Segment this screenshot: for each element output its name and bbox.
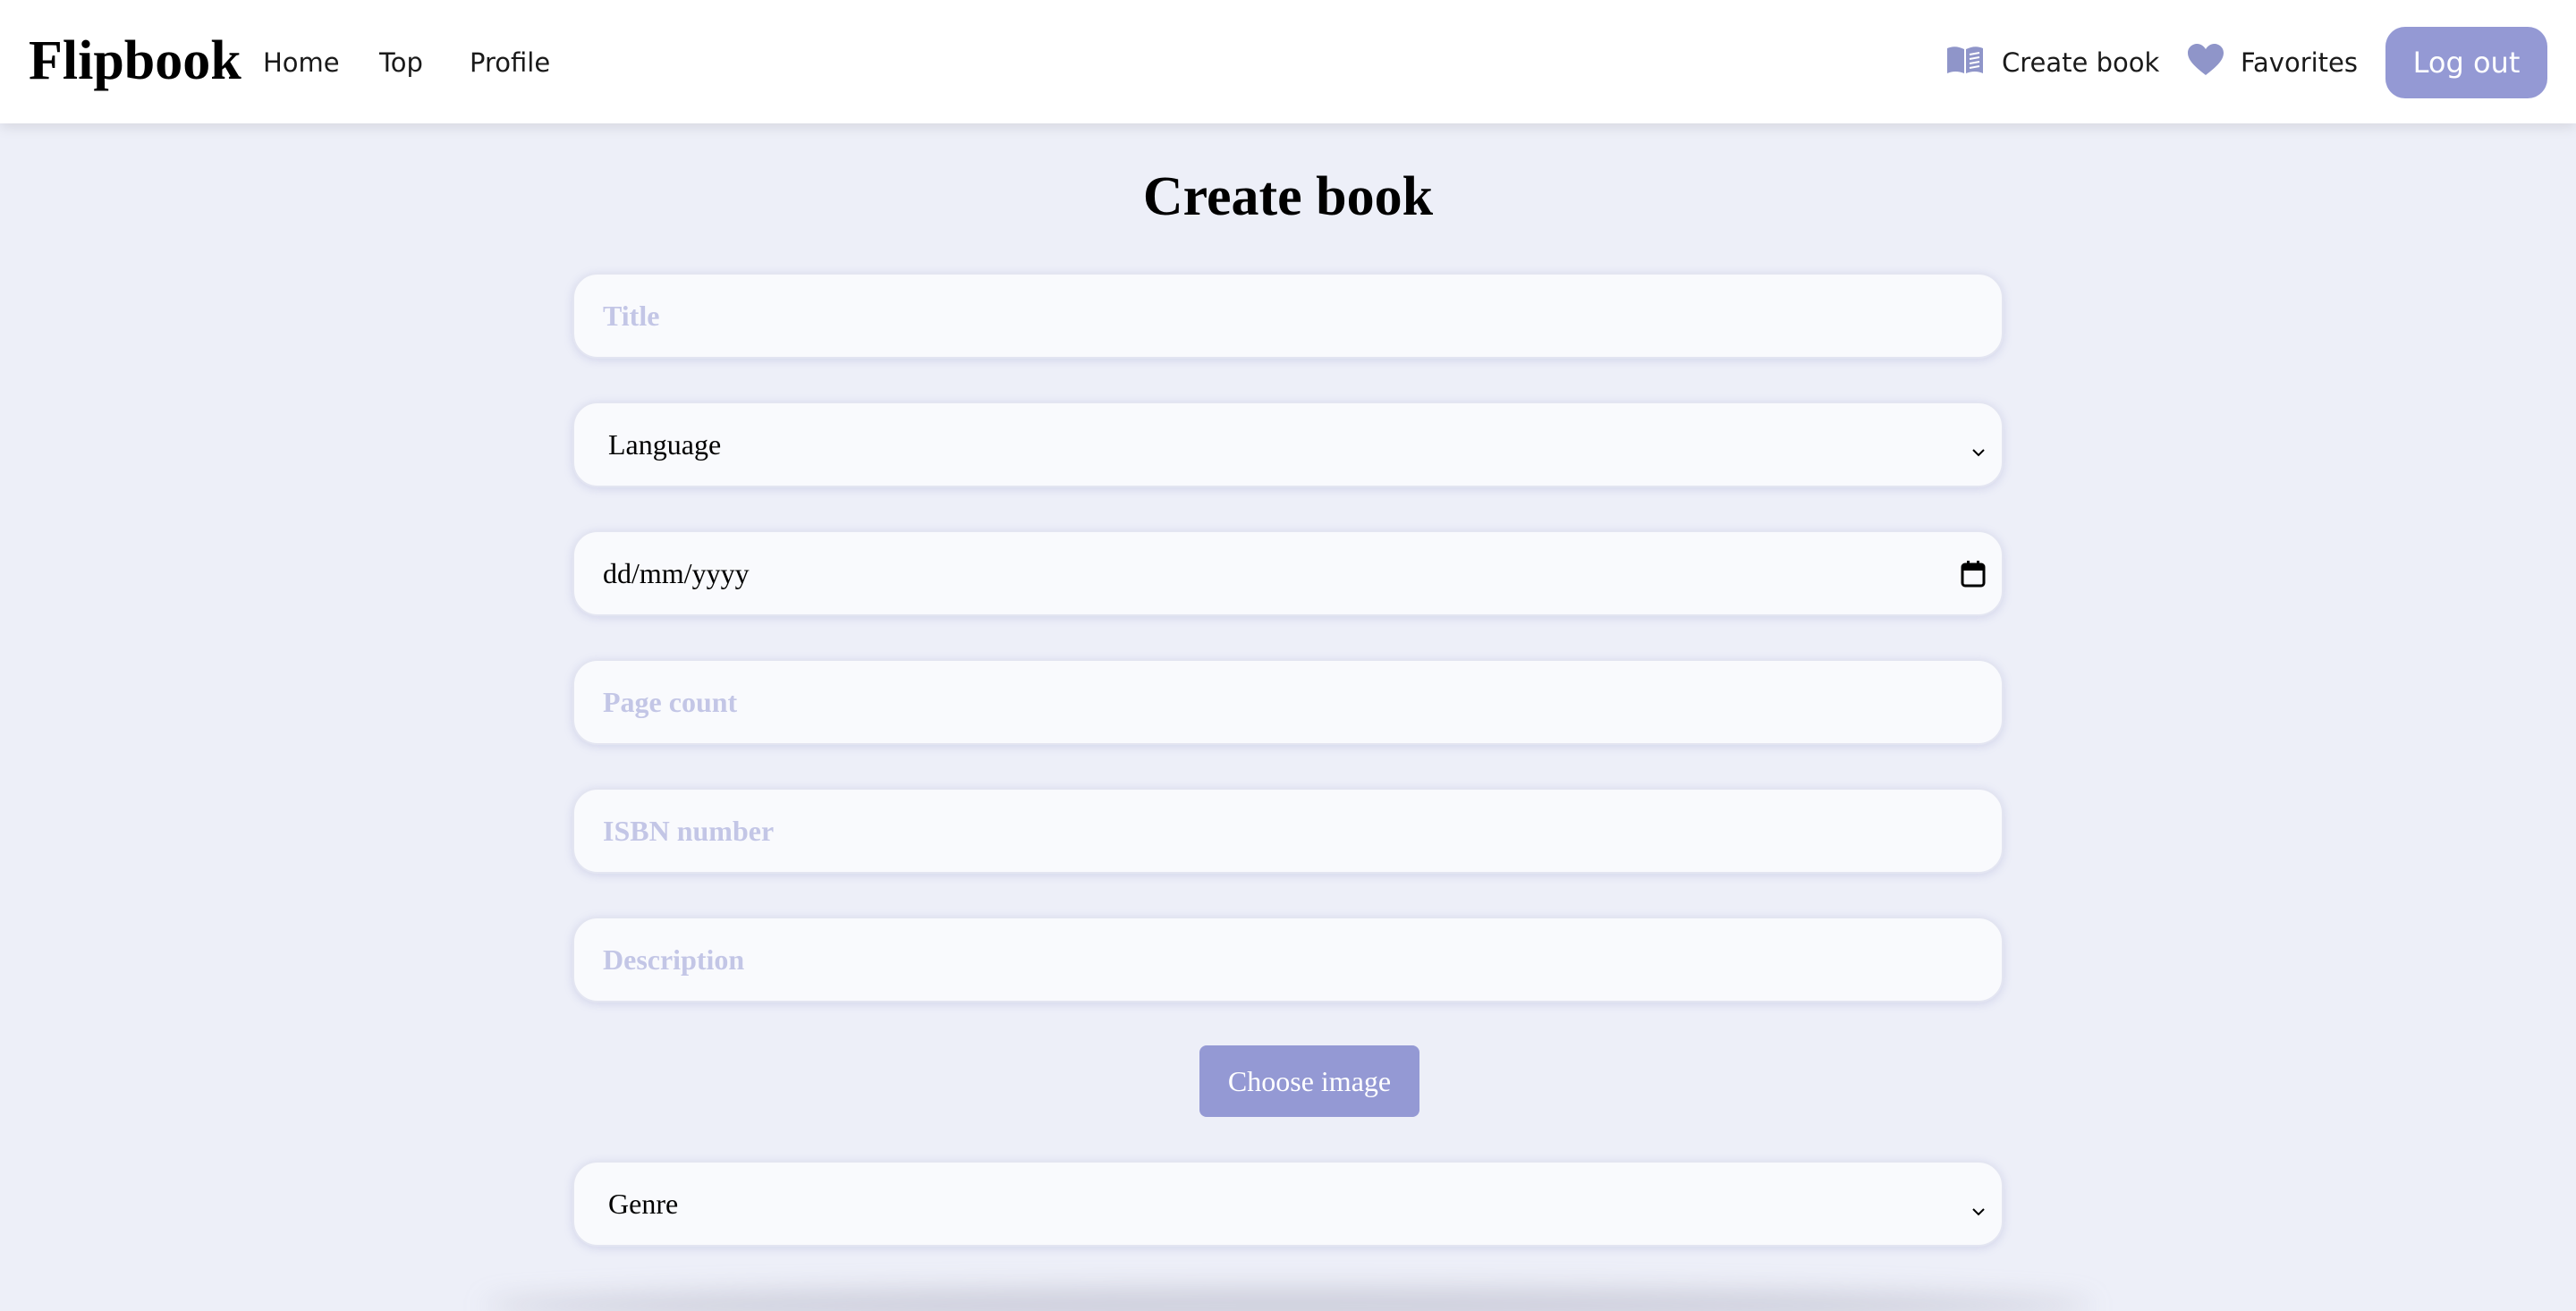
page-title: Create book	[1142, 166, 1434, 227]
description-input[interactable]: Description	[572, 917, 2004, 1002]
calendar-icon[interactable]	[1961, 561, 1986, 595]
date-placeholder: dd/mm/yyyy	[603, 556, 750, 589]
top-navbar: Flipbook Home Top Profile Create book Fa…	[0, 0, 2576, 123]
chevron-down-icon	[1970, 436, 1987, 469]
title-input[interactable]: Title	[572, 273, 2004, 359]
isbn-placeholder: ISBN number	[603, 814, 775, 847]
page-count-input[interactable]: Page count	[572, 659, 2004, 745]
genre-select[interactable]: Genre	[572, 1161, 2004, 1247]
nav-create-book[interactable]: Create book	[1945, 39, 2159, 86]
title-placeholder: Title	[603, 299, 660, 332]
choose-image-button[interactable]: Choose image	[1199, 1045, 1419, 1117]
nav-link-home[interactable]: Home	[263, 39, 340, 86]
publish-date-input[interactable]: dd/mm/yyyy	[572, 530, 2004, 616]
language-select[interactable]: Language	[572, 402, 2004, 487]
footer-shadow	[483, 1288, 2093, 1311]
heart-icon	[2187, 43, 2241, 83]
isbn-input[interactable]: ISBN number	[572, 788, 2004, 874]
logout-button[interactable]: Log out	[2385, 27, 2547, 98]
language-select-value: Language	[608, 427, 722, 461]
nav-link-top[interactable]: Top	[379, 39, 423, 86]
chevron-down-icon	[1970, 1195, 1987, 1228]
nav-favorites[interactable]: Favorites	[2187, 39, 2358, 86]
page-count-placeholder: Page count	[603, 685, 738, 718]
nav-link-profile[interactable]: Profile	[470, 39, 550, 86]
description-placeholder: Description	[603, 943, 745, 976]
nav-favorites-label: Favorites	[2241, 47, 2358, 78]
nav-create-book-label: Create book	[2002, 47, 2160, 78]
brand-logo[interactable]: Flipbook	[29, 25, 242, 97]
genre-select-value: Genre	[608, 1187, 679, 1220]
open-book-icon	[1945, 44, 2002, 82]
